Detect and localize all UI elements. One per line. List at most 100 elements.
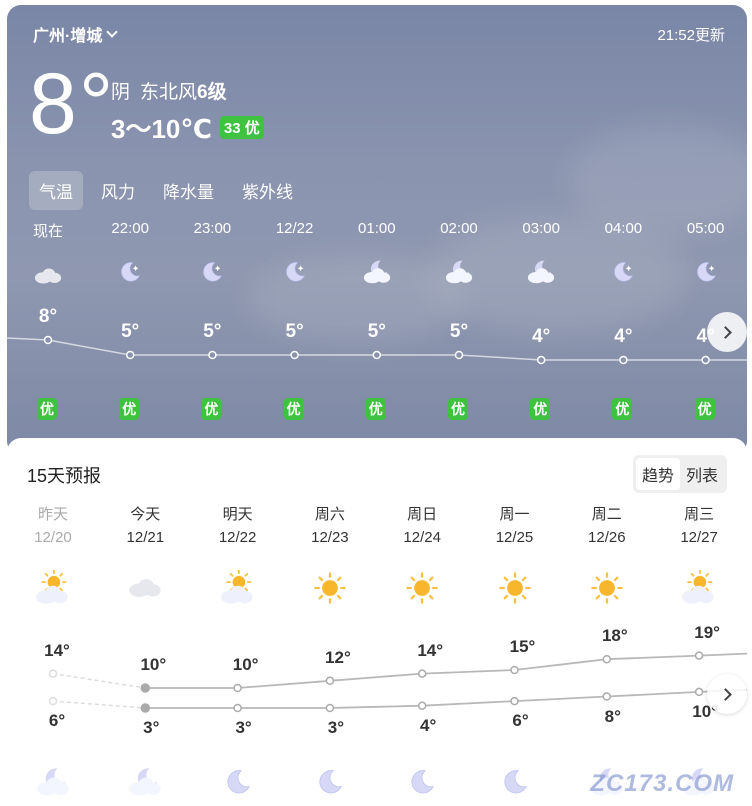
low-temp: 3° (327, 718, 345, 737)
high-temp: 14° (44, 640, 70, 660)
tab-3[interactable]: 紫外线 (232, 171, 303, 210)
cloud-icon (7, 261, 89, 291)
past-segment (52, 672, 146, 689)
hourly-temp: 5° (449, 321, 469, 342)
hourly-time: 05:00 (686, 220, 725, 237)
sun-icon (376, 570, 468, 606)
hourly-forecast: 现在 8° 优 22:00 5° 优 23:00 5° 优 12/22 5° 优 01:00 5° 优 02:… (7, 220, 747, 420)
day-date: 12/27 (680, 529, 718, 546)
hourly-time: 02:00 (440, 220, 478, 237)
day-date: 12/22 (218, 529, 257, 546)
tab-1[interactable]: 风力 (91, 171, 145, 210)
day-date: 12/24 (403, 529, 441, 546)
hourly-temp: 5° (203, 321, 222, 342)
hourly-point (619, 355, 628, 365)
hourly-time: 12/22 (275, 220, 314, 237)
hourly-point (536, 355, 546, 365)
forecast-day[interactable]: 明天 12/22 (192, 503, 284, 606)
trend-point (602, 692, 612, 701)
low-temp: 8° (604, 706, 621, 726)
forecast-day[interactable]: 周二 12/26 (561, 503, 653, 606)
air-quality-badge: 优 (119, 398, 140, 420)
high-temp: 10° (232, 655, 259, 674)
moon-icon (89, 257, 171, 287)
air-quality-badge: 优 (201, 398, 222, 420)
trend-point (417, 701, 427, 710)
day-name: 周二 (591, 506, 622, 523)
range-label: 3～10℃ (111, 114, 212, 144)
forecast-day[interactable]: 周日 12/24 (376, 503, 468, 606)
day-name: 周一 (499, 506, 530, 523)
air-quality-badge: 优 (530, 398, 551, 420)
sun-icon (284, 570, 376, 606)
hourly-point (372, 350, 382, 360)
daily-temperature-lines (48, 651, 747, 713)
tab-2[interactable]: 降水量 (153, 171, 224, 210)
forecast-next-button[interactable] (707, 674, 747, 714)
hourly-temp: 4° (614, 326, 633, 347)
trend-point (325, 703, 335, 713)
moon-cloud-icon (336, 257, 418, 287)
moon-cloud-icon (418, 257, 500, 287)
hourly-item: 05:00 (665, 220, 747, 287)
hourly-point (701, 355, 710, 365)
trend-point (602, 654, 612, 664)
trend-point (233, 683, 242, 693)
moon-icon (312, 764, 348, 805)
sun-cloud-icon (653, 570, 745, 606)
trend-point (325, 676, 335, 686)
hourly-next-button[interactable] (707, 312, 747, 352)
chevron-down-icon (106, 26, 119, 38)
tab-0[interactable]: 气温 (29, 171, 83, 210)
day-date: 12/25 (495, 529, 534, 546)
current-condition: 阴 东北风6级 (111, 77, 227, 104)
moon-cloud-icon (127, 764, 163, 805)
forecast-day[interactable]: 周三 12/27 (653, 503, 745, 606)
aqi-badge[interactable]: 33 优 (219, 116, 264, 139)
day-date: 12/23 (311, 529, 349, 546)
hourly-item: 02:00 (418, 220, 500, 287)
hourly-point (454, 350, 464, 360)
current-temperature: 8° (29, 56, 116, 152)
trend-point (140, 703, 151, 713)
moon-icon (404, 764, 440, 805)
condition-label: 阴 (111, 82, 131, 103)
forecast-day[interactable]: 周一 12/25 (469, 503, 561, 606)
hourly-tabs: 气温 风力 降水量 紫外线 (29, 171, 303, 210)
hourly-temp: 4° (532, 326, 551, 347)
high-temp: 10° (140, 655, 167, 674)
hourly-time: 现在 (32, 223, 63, 240)
sun-cloud-icon (7, 570, 99, 606)
watermark: ZC173.COM (590, 770, 734, 797)
day-name: 周日 (407, 506, 438, 523)
trend-point (510, 696, 519, 706)
forecast-day[interactable]: 今天 12/21 (99, 503, 191, 606)
hourly-item: 12/22 (254, 220, 336, 287)
cloud-icon (99, 570, 191, 606)
chevron-right-icon (718, 687, 732, 701)
high-temp: 19° (694, 622, 720, 642)
day-date: 12/26 (588, 529, 626, 546)
forecast-day[interactable]: 昨天 12/20 (7, 503, 99, 606)
air-quality-badge: 优 (365, 398, 386, 420)
hourly-item: 23:00 (171, 220, 253, 287)
hourly-time: 23:00 (193, 220, 232, 237)
low-temp: 3° (235, 718, 252, 737)
trend-point (233, 703, 242, 713)
hourly-temp: 5° (121, 321, 140, 342)
trend-point (694, 687, 704, 697)
location-selector[interactable]: 广州·增城 (33, 22, 119, 46)
moon-cloud-icon (35, 764, 71, 805)
trend-point (48, 696, 58, 706)
moon-icon (665, 257, 747, 287)
hourly-point (125, 350, 135, 360)
hourly-temp: 5° (367, 321, 386, 342)
air-quality-badge: 优 (694, 398, 715, 420)
day-date: 12/21 (126, 529, 165, 546)
temperature-range: 3～10℃ 33 优 (111, 109, 264, 146)
day-name: 周六 (314, 506, 345, 523)
update-time: 21:52更新 (657, 27, 725, 44)
air-quality-badge: 优 (448, 398, 468, 420)
hourly-time: 04:00 (604, 220, 643, 237)
forecast-day[interactable]: 周六 12/23 (284, 503, 376, 606)
